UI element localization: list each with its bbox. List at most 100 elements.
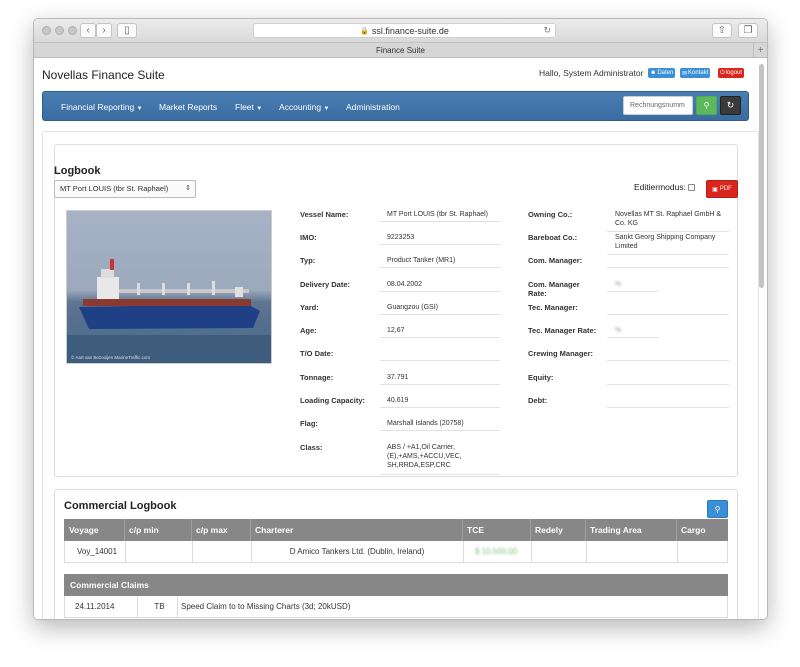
envelope-icon: ✉	[682, 70, 688, 77]
edit-mode-checkbox[interactable]	[687, 183, 695, 191]
field-underline	[607, 267, 729, 268]
column-header: c/p min	[129, 525, 159, 535]
commercial-logbook-search-button[interactable]: ⚲	[707, 500, 728, 518]
url-text: ssl.finance-suite.de	[371, 25, 449, 36]
nav-market-reports[interactable]: Market Reports	[159, 102, 217, 112]
vessel-detail-label: Equity:	[528, 373, 554, 382]
field-underline	[607, 337, 659, 338]
column-separator	[676, 519, 677, 541]
photo-credit: © Aart van Bezooijen MarineTraffic.com	[71, 355, 151, 360]
commercial-claims-title: Commercial Claims	[70, 580, 149, 590]
column-header: Charterer	[255, 525, 294, 535]
nav-financial-reporting[interactable]: Financial Reporting ▼	[61, 102, 143, 112]
field-underline	[380, 314, 500, 315]
tab-bar: Finance Suite +	[34, 43, 767, 58]
kontakt-button[interactable]: ✉ Kontakt	[680, 68, 711, 78]
table-row[interactable]: Voy_14001 D Amico Tankers Ltd. (Dublin, I…	[64, 541, 728, 563]
field-underline	[607, 291, 659, 292]
field-underline	[380, 430, 500, 431]
caret-down-icon: ▼	[256, 106, 263, 112]
column-separator	[125, 541, 126, 562]
browser-window: ‹ › ▯ 🔒 ssl.finance-suite.de ↻ ⇧ ❐ Finan…	[33, 18, 768, 620]
sidebar-icon: ▯	[124, 25, 130, 36]
invoice-search-input[interactable]: Rechnungsnumm	[623, 96, 693, 115]
ship-illustration	[67, 259, 271, 363]
field-underline	[607, 231, 729, 232]
vessel-photo: © Aart van Bezooijen MarineTraffic.com	[66, 210, 272, 364]
column-header: c/p max	[196, 525, 228, 535]
column-separator	[251, 541, 252, 562]
minimize-window-button[interactable]	[55, 26, 64, 35]
nav-administration[interactable]: Administration	[346, 102, 400, 112]
column-separator	[250, 519, 251, 541]
pdf-export-button[interactable]: ▣ PDF	[706, 180, 738, 198]
vessel-detail-value: Marshall Islands (20758)	[387, 420, 464, 427]
file-pdf-icon: ▣	[712, 186, 718, 193]
caret-down-icon: ▼	[136, 106, 143, 112]
column-header: Redely	[535, 525, 563, 535]
share-button[interactable]: ⇧	[712, 23, 732, 38]
vessel-detail-label: Yard:	[300, 303, 319, 312]
field-underline	[607, 314, 729, 315]
field-underline	[380, 407, 500, 408]
field-underline	[380, 244, 500, 245]
field-underline	[380, 360, 500, 361]
vessel-select[interactable]: MT Port LOUIS (tbr St. Raphael) ⇕	[54, 180, 196, 198]
reload-icon[interactable]: ↻	[543, 25, 551, 36]
vessel-detail-label: T/O Date:	[300, 349, 334, 358]
vessel-detail-label: Class:	[300, 443, 323, 452]
vessel-detail-value: %	[615, 281, 622, 288]
field-underline	[607, 384, 729, 385]
column-separator	[531, 541, 532, 562]
vessel-detail-label: Tec. Manager:	[528, 303, 578, 312]
browser-toolbar: ‹ › ▯ 🔒 ssl.finance-suite.de ↻ ⇧ ❐	[34, 19, 767, 43]
new-tab-button[interactable]: +	[753, 43, 767, 57]
vessel-detail-value: ABS / +A1,Oil Carrier, (E),+AMS,+ACCU,VE…	[387, 444, 462, 469]
field-underline	[380, 384, 500, 385]
user-icon: ☻	[650, 70, 657, 76]
logout-button[interactable]: ⏻ logout	[718, 68, 745, 78]
vessel-detail-value: MT Port LOUIS (tbr St. Raphael)	[387, 211, 489, 218]
vessel-detail-value: Novellas MT St. Raphael GmbH & Co. KG	[615, 211, 722, 227]
web-page: Novellas Finance Suite Hallo, System Adm…	[34, 58, 767, 619]
search-icon: ⚲	[714, 504, 721, 514]
nav-fleet[interactable]: Fleet ▼	[235, 102, 262, 112]
daten-button[interactable]: ☻ Daten	[648, 68, 676, 78]
field-underline	[607, 360, 729, 361]
search-button[interactable]: ⚲	[696, 96, 717, 115]
column-separator	[463, 541, 464, 562]
sidebar-toggle-button[interactable]: ▯	[117, 23, 137, 38]
refresh-button[interactable]: ↻	[720, 96, 741, 115]
plus-icon: +	[757, 44, 764, 56]
column-separator	[124, 519, 125, 541]
column-separator	[462, 519, 463, 541]
vessel-detail-value: %	[615, 327, 622, 334]
column-separator	[192, 541, 193, 562]
address-bar[interactable]: 🔒 ssl.finance-suite.de ↻	[253, 23, 556, 38]
vessel-detail-label: Tec. Manager Rate:	[528, 326, 597, 335]
vessel-detail-label: Debt:	[528, 396, 548, 405]
share-icon: ⇧	[717, 25, 727, 36]
cell-voyage: Voy_14001	[77, 547, 118, 556]
zoom-window-button[interactable]	[68, 26, 77, 35]
logbook-title: Logbook	[54, 165, 101, 177]
vessel-detail-label: Flag:	[300, 419, 318, 428]
vessel-detail-value: 37.791	[387, 374, 409, 381]
close-window-button[interactable]	[42, 26, 51, 35]
vessel-detail-value: 12,67	[387, 327, 405, 334]
field-underline	[607, 407, 729, 408]
commercial-logbook-title: Commercial Logbook	[64, 500, 177, 512]
tab-title[interactable]: Finance Suite	[376, 46, 425, 55]
caret-down-icon: ▼	[323, 106, 330, 112]
column-separator	[677, 541, 678, 562]
tabs-overview-button[interactable]: ❐	[738, 23, 758, 38]
claim-date: 24.11.2014	[75, 602, 115, 611]
cell-tce: $ 10.500,00	[475, 547, 518, 556]
nav-accounting[interactable]: Accounting ▼	[279, 102, 329, 112]
vessel-detail-value: 9223253	[387, 234, 415, 241]
forward-button[interactable]: ›	[96, 23, 112, 38]
column-header: Cargo	[681, 525, 706, 535]
page-scrollbar[interactable]	[759, 64, 764, 288]
back-button[interactable]: ‹	[80, 23, 96, 38]
table-row[interactable]: 24.11.2014 TB Speed Claim to to Missing …	[64, 596, 728, 618]
